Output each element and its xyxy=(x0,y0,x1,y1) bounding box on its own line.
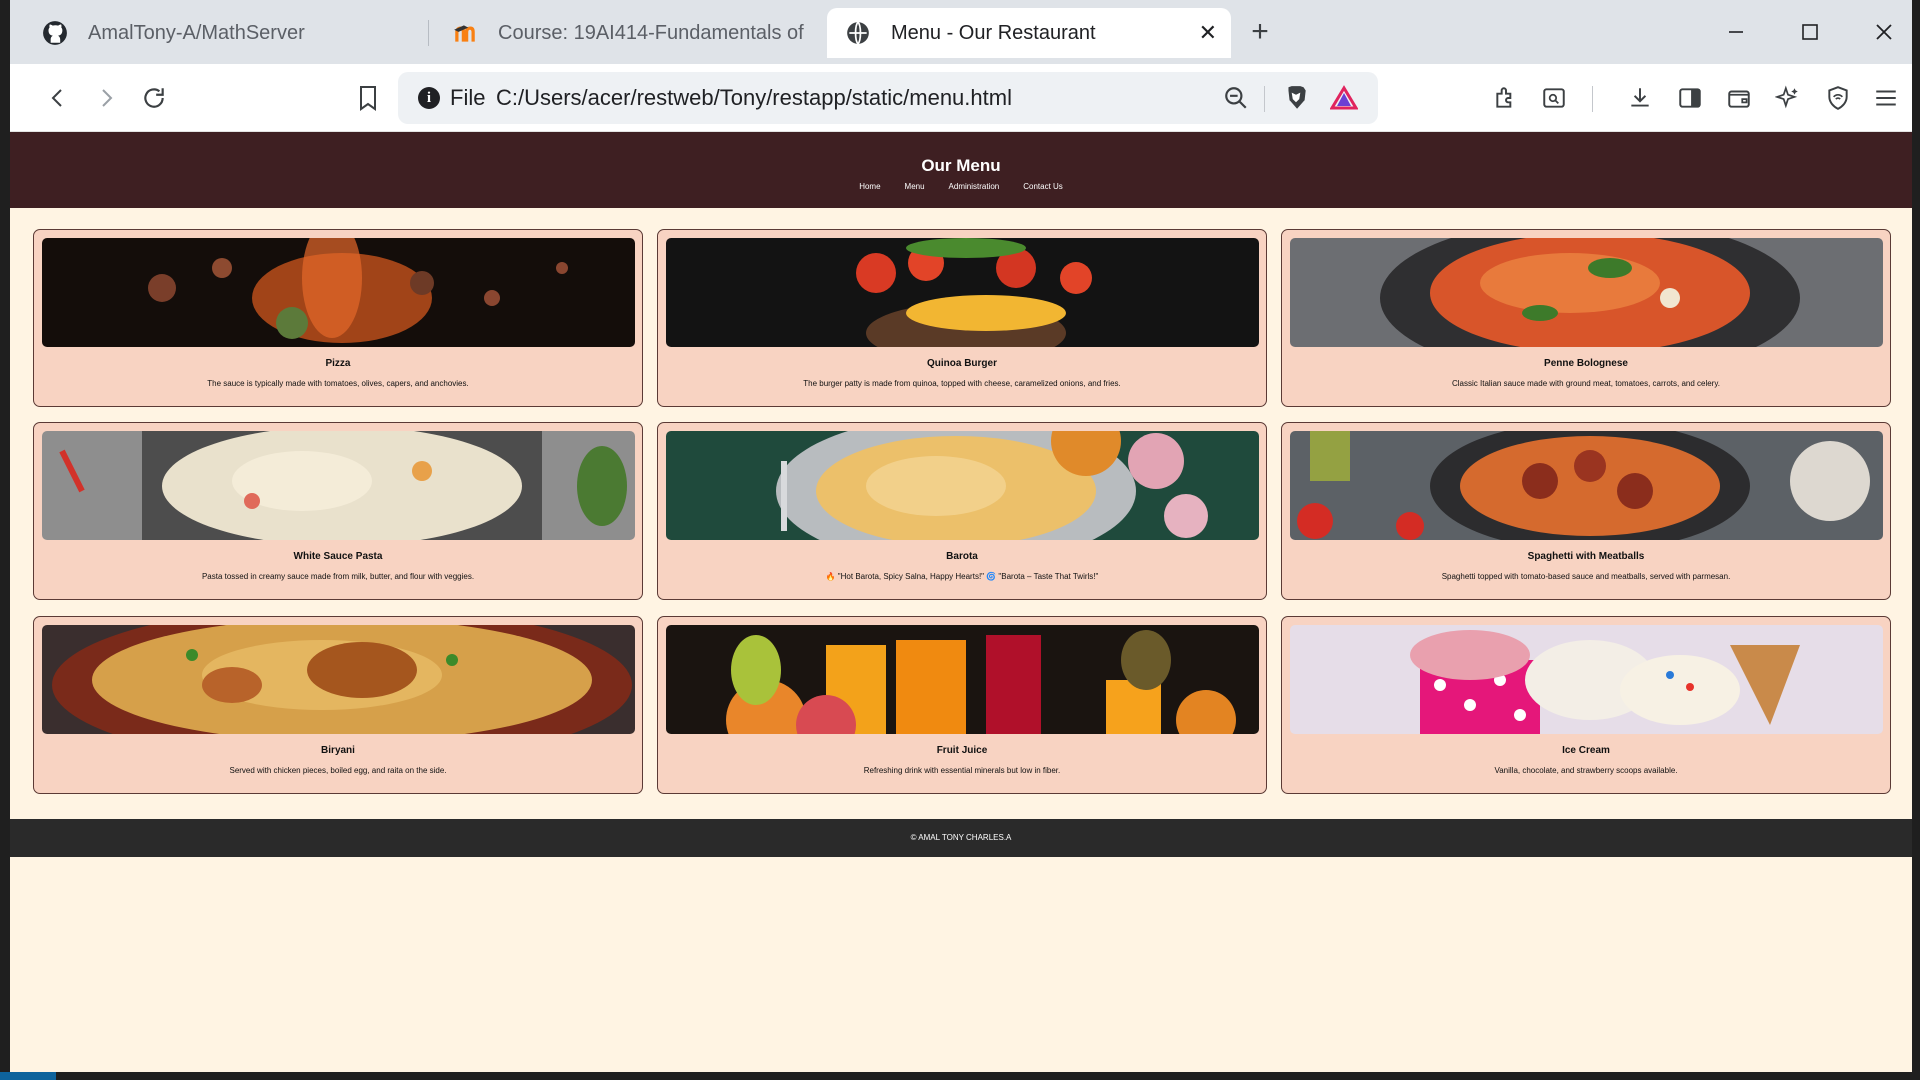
tab-title: Course: 19AI414-Fundamentals of W xyxy=(498,21,806,44)
menu-item-description: The burger patty is made from quinoa, to… xyxy=(803,379,1121,388)
wallet-icon[interactable] xyxy=(1719,78,1759,118)
nav-link-menu[interactable]: Menu xyxy=(905,182,925,191)
leo-ai-icon[interactable] xyxy=(1768,78,1808,118)
food-image-penne-bolognese xyxy=(1290,238,1883,347)
food-image-white-sauce-pasta xyxy=(42,431,635,540)
tab-github[interactable]: AmalTony-A/MathServer xyxy=(24,8,424,58)
tab-title: AmalTony-A/MathServer xyxy=(88,21,305,44)
tab-search-icon[interactable] xyxy=(1534,78,1574,118)
menu-card-biryani[interactable]: Biryani Served with chicken pieces, boil… xyxy=(33,616,643,794)
tab-strip: AmalTony-A/MathServer Course: 19AI414-Fu… xyxy=(10,0,1912,64)
menu-item-name: Penne Bolognese xyxy=(1544,358,1628,369)
food-image-quinoa-burger xyxy=(666,238,1259,347)
menu-card-pizza[interactable]: Pizza The sauce is typically made with t… xyxy=(33,229,643,407)
menu-card-penne-bolognese[interactable]: Penne Bolognese Classic Italian sauce ma… xyxy=(1281,229,1891,407)
new-tab-button[interactable]: + xyxy=(1242,14,1278,50)
nav-link-administration[interactable]: Administration xyxy=(949,182,1000,191)
zoom-icon[interactable] xyxy=(1218,80,1254,116)
address-prefix: File xyxy=(450,85,486,110)
reload-button[interactable] xyxy=(134,78,174,118)
menu-item-description: Refreshing drink with essential minerals… xyxy=(863,766,1061,775)
menu-item-description: Served with chicken pieces, boiled egg, … xyxy=(229,766,447,775)
menu-item-name: Fruit Juice xyxy=(936,745,988,756)
site-header: Our Menu Home Menu Administration Contac… xyxy=(10,132,1912,208)
menu-card-barota[interactable]: Barota 🔥 "Hot Barota, Spicy Salna, Happy… xyxy=(657,422,1267,600)
menu-item-description: Spaghetti topped with tomato-based sauce… xyxy=(1441,572,1731,581)
food-image-spaghetti-with-meatballs xyxy=(1290,431,1883,540)
menu-card-quinoa-burger[interactable]: Quinoa Burger The burger patty is made f… xyxy=(657,229,1267,407)
menu-item-description: Vanilla, chocolate, and strawberry scoop… xyxy=(1494,766,1678,775)
moodle-icon xyxy=(452,20,478,46)
site-footer: © AMAL TONY CHARLES.A xyxy=(10,819,1912,857)
menu-card-ice-cream[interactable]: Ice Cream Vanilla, chocolate, and strawb… xyxy=(1281,616,1891,794)
menu-item-description: Pasta tossed in creamy sauce made from m… xyxy=(201,572,475,581)
back-button[interactable] xyxy=(38,78,78,118)
minimize-button[interactable] xyxy=(1706,12,1766,52)
downloads-icon[interactable] xyxy=(1620,78,1660,118)
close-tab-icon[interactable]: ✕ xyxy=(1199,20,1217,46)
menu-card-white-sauce-pasta[interactable]: White Sauce Pasta Pasta tossed in creamy… xyxy=(33,422,643,600)
menu-item-description: The sauce is typically made with tomatoe… xyxy=(207,379,469,388)
status-accent xyxy=(0,1072,56,1080)
sidebar-icon[interactable] xyxy=(1670,78,1710,118)
food-image-biryani xyxy=(42,625,635,734)
menu-item-name: Quinoa Burger xyxy=(926,358,997,369)
url-text[interactable]: C:/Users/acer/restweb/Tony/restapp/stati… xyxy=(496,85,1012,111)
tab-menu-active[interactable]: Menu - Our Restaurant ✕ xyxy=(827,8,1231,58)
browser-toolbar: i File C:/Users/acer/restweb/Tony/restap… xyxy=(10,64,1912,132)
food-image-ice-cream xyxy=(1290,625,1883,734)
forward-button[interactable] xyxy=(86,78,126,118)
site-info-button[interactable]: i File xyxy=(418,85,485,111)
brave-shields-icon[interactable] xyxy=(1278,80,1314,116)
menu-item-description: Classic Italian sauce made with ground m… xyxy=(1452,379,1720,388)
menu-item-name: Barota xyxy=(946,551,978,562)
omnibox-divider xyxy=(1264,86,1265,112)
address-bar[interactable]: i File C:/Users/acer/restweb/Tony/restap… xyxy=(398,72,1378,124)
tab-divider xyxy=(428,20,429,46)
vpn-icon[interactable] xyxy=(1818,78,1858,118)
extensions-icon[interactable] xyxy=(1486,78,1526,118)
os-status-strip xyxy=(0,1072,1920,1080)
github-icon xyxy=(42,20,68,46)
info-icon: i xyxy=(418,87,440,109)
maximize-button[interactable] xyxy=(1780,12,1840,52)
menu-card-fruit-juice[interactable]: Fruit Juice Refreshing drink with essent… xyxy=(657,616,1267,794)
food-image-barota xyxy=(666,431,1259,540)
menu-card-spaghetti-with-meatballs[interactable]: Spaghetti with Meatballs Spaghetti toppe… xyxy=(1281,422,1891,600)
nav-link-home[interactable]: Home xyxy=(859,182,880,191)
menu-item-name: Biryani xyxy=(321,745,355,756)
bookmark-icon[interactable] xyxy=(348,78,388,118)
tab-course[interactable]: Course: 19AI414-Fundamentals of W xyxy=(434,8,824,58)
menu-item-name: Pizza xyxy=(325,358,351,369)
menu-item-name: Spaghetti with Meatballs xyxy=(1527,551,1645,562)
menu-item-description: 🔥 "Hot Barota, Spicy Salna, Happy Hearts… xyxy=(825,572,1099,581)
tab-title: Menu - Our Restaurant xyxy=(891,21,1096,44)
site-nav: Home Menu Administration Contact Us xyxy=(10,182,1912,191)
menu-item-name: Ice Cream xyxy=(1562,745,1610,756)
nav-link-contact-us[interactable]: Contact Us xyxy=(1023,182,1063,191)
food-image-fruit-juice xyxy=(666,625,1259,734)
toolbar-divider xyxy=(1592,86,1593,112)
page-content: Our Menu Home Menu Administration Contac… xyxy=(10,132,1912,1072)
browser-window: AmalTony-A/MathServer Course: 19AI414-Fu… xyxy=(10,0,1912,1072)
page-title: Our Menu xyxy=(921,156,1001,175)
globe-icon xyxy=(845,20,871,46)
close-window-button[interactable] xyxy=(1854,12,1912,52)
brave-rewards-icon[interactable] xyxy=(1326,80,1362,116)
menu-icon[interactable] xyxy=(1866,78,1906,118)
food-image-pizza xyxy=(42,238,635,347)
menu-item-name: White Sauce Pasta xyxy=(293,551,383,562)
